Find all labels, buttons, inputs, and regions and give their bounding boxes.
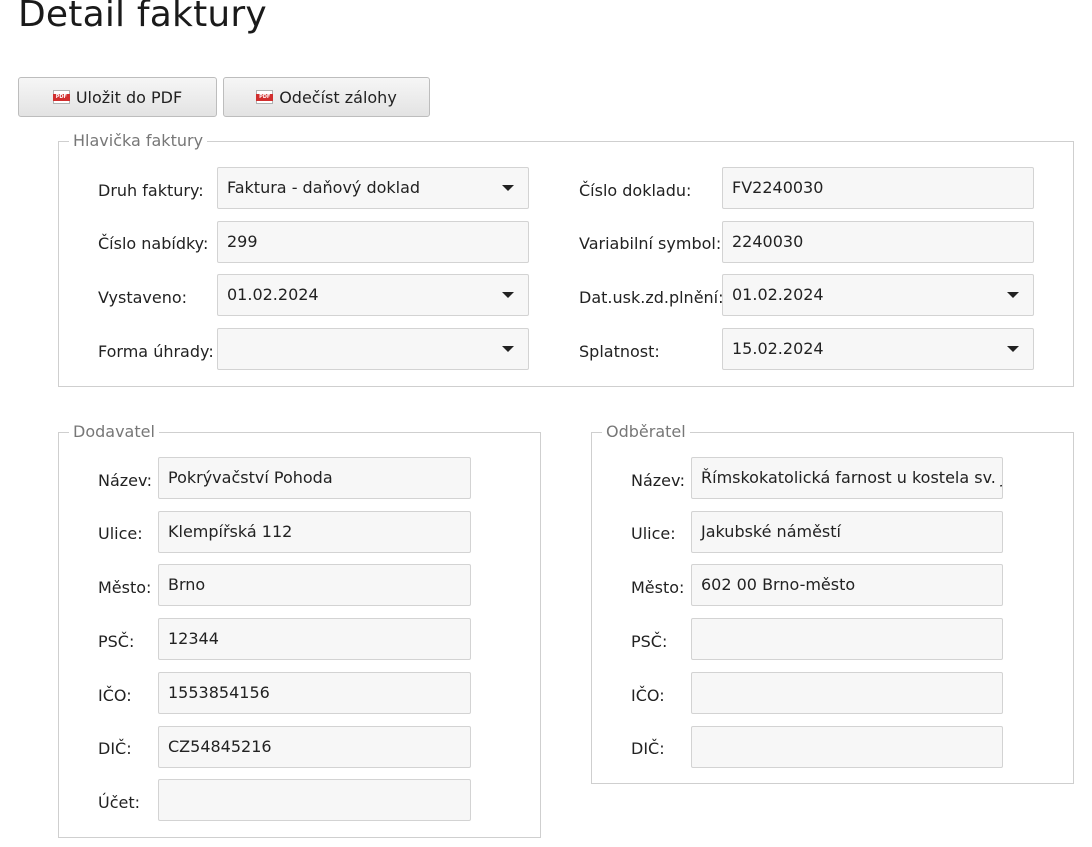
customer-city-field[interactable]: 602 00 Brno-město bbox=[691, 564, 1003, 606]
invoice-type-value: Faktura - daňový doklad bbox=[227, 178, 421, 197]
supplier-name-label: Název: bbox=[98, 471, 152, 490]
supplier-ico-field[interactable]: 1553854156 bbox=[158, 672, 471, 714]
supplier-city-field[interactable]: Brno bbox=[158, 564, 471, 606]
variable-symbol-label: Variabilní symbol: bbox=[579, 234, 722, 253]
invoice-type-select[interactable]: Faktura - daňový doklad bbox=[217, 167, 529, 209]
customer-zip-field[interactable] bbox=[691, 618, 1003, 660]
customer-street-label: Ulice: bbox=[631, 524, 676, 543]
customer-legend: Odběratel bbox=[602, 422, 690, 442]
variable-symbol-field[interactable]: 2240030 bbox=[722, 221, 1034, 263]
due-date-picker[interactable]: 15.02.2024 bbox=[722, 328, 1034, 370]
chevron-down-icon bbox=[1007, 292, 1019, 298]
customer-city-label: Město: bbox=[631, 578, 685, 597]
chevron-down-icon bbox=[1007, 346, 1019, 352]
chevron-down-icon bbox=[502, 346, 514, 352]
customer-name-field[interactable]: Římskokatolická farnost u kostela sv. Ja… bbox=[691, 457, 1003, 499]
chevron-down-icon bbox=[502, 185, 514, 191]
save-pdf-label: Uložit do PDF bbox=[75, 87, 183, 107]
due-date-label: Splatnost: bbox=[579, 342, 660, 361]
payment-form-select[interactable] bbox=[217, 328, 529, 370]
supplier-street-label: Ulice: bbox=[98, 524, 143, 543]
customer-name-label: Název: bbox=[631, 471, 685, 490]
supplier-city-label: Město: bbox=[98, 578, 152, 597]
customer-zip-label: PSČ: bbox=[631, 632, 668, 651]
customer-street-field[interactable]: Jakubské náměstí bbox=[691, 511, 1003, 553]
issued-value: 01.02.2024 bbox=[227, 285, 319, 304]
issued-label: Vystaveno: bbox=[98, 288, 188, 307]
deduct-deposits-label: Odečíst zálohy bbox=[279, 87, 397, 107]
supplier-account-label: Účet: bbox=[98, 793, 141, 812]
customer-ico-field[interactable] bbox=[691, 672, 1003, 714]
supplier-account-field[interactable] bbox=[158, 779, 471, 821]
pdf-icon: PDF bbox=[256, 90, 274, 104]
supplier-zip-label: PSČ: bbox=[98, 632, 135, 651]
taxable-date-picker[interactable]: 01.02.2024 bbox=[722, 274, 1034, 316]
supplier-legend: Dodavatel bbox=[69, 422, 159, 442]
supplier-zip-field[interactable]: 12344 bbox=[158, 618, 471, 660]
invoice-type-label: Druh faktury: bbox=[98, 181, 204, 200]
due-date-value: 15.02.2024 bbox=[732, 339, 824, 358]
document-number-field[interactable]: FV2240030 bbox=[722, 167, 1034, 209]
deduct-deposits-button[interactable]: PDF Odečíst zálohy bbox=[223, 77, 430, 117]
customer-ico-label: IČO: bbox=[631, 686, 665, 705]
customer-dic-field[interactable] bbox=[691, 726, 1003, 768]
page-title: Detail faktury bbox=[18, 0, 267, 35]
save-pdf-button[interactable]: PDF Uložit do PDF bbox=[18, 77, 217, 117]
issued-date-picker[interactable]: 01.02.2024 bbox=[217, 274, 529, 316]
customer-dic-label: DIČ: bbox=[631, 739, 665, 758]
taxable-date-label: Dat.usk.zd.plnění: bbox=[579, 288, 724, 307]
payment-form-label: Forma úhrady: bbox=[98, 342, 214, 361]
offer-number-field[interactable]: 299 bbox=[217, 221, 529, 263]
offer-number-label: Číslo nabídky: bbox=[98, 234, 209, 253]
document-number-label: Číslo dokladu: bbox=[579, 181, 692, 200]
supplier-dic-field[interactable]: CZ54845216 bbox=[158, 726, 471, 768]
supplier-street-field[interactable]: Klempířská 112 bbox=[158, 511, 471, 553]
supplier-dic-label: DIČ: bbox=[98, 739, 132, 758]
supplier-name-field[interactable]: Pokrývačství Pohoda bbox=[158, 457, 471, 499]
chevron-down-icon bbox=[502, 292, 514, 298]
supplier-ico-label: IČO: bbox=[98, 686, 132, 705]
taxable-date-value: 01.02.2024 bbox=[732, 285, 824, 304]
invoice-header-legend: Hlavička faktury bbox=[69, 131, 208, 151]
pdf-icon: PDF bbox=[52, 90, 70, 104]
